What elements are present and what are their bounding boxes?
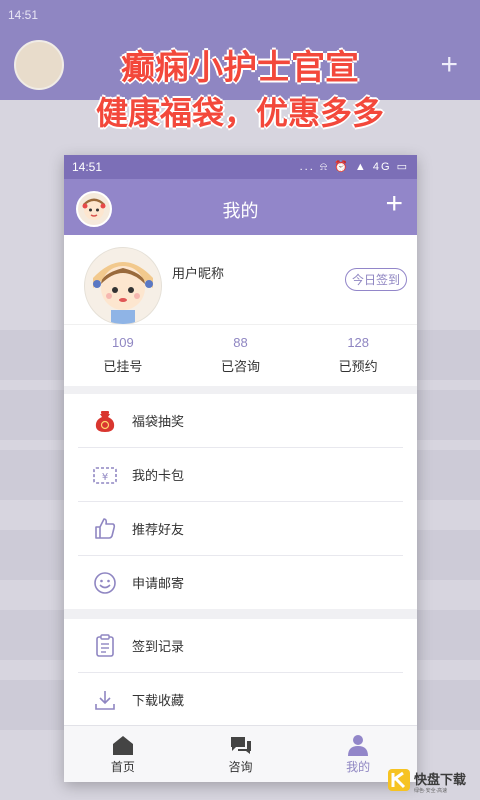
home-icon xyxy=(112,736,133,755)
stat-number: 88 xyxy=(233,335,248,350)
menu-item-signin-records[interactable]: 签到记录 xyxy=(78,619,403,673)
menu-item-recommend-friend[interactable]: 推荐好友 xyxy=(78,502,403,556)
avatar[interactable] xyxy=(84,247,162,325)
svg-text:¥: ¥ xyxy=(102,472,108,483)
profile-card: 用户昵称 今日签到 xyxy=(64,235,417,325)
menu-group-records: 签到记录 下载收藏 xyxy=(64,619,417,726)
section-divider xyxy=(64,386,417,394)
page-title: 我的 xyxy=(222,201,259,221)
menu-group-main: 福袋抽奖 ¥ 我的卡包 推荐好友 申请邮寄 xyxy=(64,394,417,609)
add-button[interactable]: + xyxy=(385,189,403,219)
stat-booked[interactable]: 128 已预约 xyxy=(299,325,417,386)
menu-item-download-favorites[interactable]: 下载收藏 xyxy=(78,673,403,726)
bottom-tab-bar: 首页 咨询 我的 xyxy=(64,725,417,782)
status-time: 14:51 xyxy=(72,160,103,174)
stat-label: 已预约 xyxy=(338,359,378,374)
background-status-time: 14:51 xyxy=(8,8,39,22)
menu-item-label: 申请邮寄 xyxy=(132,576,185,591)
promo-headline: 癫痫小护士官宣 xyxy=(121,49,359,87)
menu-item-card-wallet[interactable]: ¥ 我的卡包 xyxy=(78,448,403,502)
svg-text:快盘下载: 快盘下载 xyxy=(414,772,466,788)
download-icon xyxy=(95,691,115,710)
stat-consulted[interactable]: 88 已咨询 xyxy=(182,325,300,386)
site-logo: 快盘下载 绿色·安全·高速 xyxy=(388,769,466,794)
menu-item-label: 我的卡包 xyxy=(132,468,185,483)
svg-text:绿色·安全·高速: 绿色·安全·高速 xyxy=(414,787,447,794)
stat-number: 128 xyxy=(347,335,370,350)
status-icons: ... ⍾ ⏰ ▲ 4G ▭ xyxy=(299,161,409,173)
clipboard-icon xyxy=(96,634,114,657)
phone-screen: 14:51 ... ⍾ ⏰ ▲ 4G ▭ 我的 + 用户昵称 今日签到 109 … xyxy=(64,155,417,782)
stat-number: 109 xyxy=(111,335,134,350)
smiley-icon xyxy=(94,572,116,594)
stat-label: 已咨询 xyxy=(221,359,261,374)
menu-item-label: 福袋抽奖 xyxy=(132,414,185,429)
tab-label: 首页 xyxy=(110,760,135,774)
tab-home[interactable]: 首页 xyxy=(64,726,182,782)
promo-subheadline: 健康福袋，优惠多多 xyxy=(95,95,384,131)
nickname: 用户昵称 xyxy=(172,266,225,281)
stat-label: 已挂号 xyxy=(103,359,143,374)
menu-item-apply-mail[interactable]: 申请邮寄 xyxy=(78,556,403,609)
status-bar: 14:51 ... ⍾ ⏰ ▲ 4G ▭ xyxy=(64,155,417,179)
menu-item-label: 推荐好友 xyxy=(132,522,185,537)
section-divider xyxy=(64,609,417,619)
lucky-bag-icon xyxy=(95,411,115,432)
menu-item-label: 签到记录 xyxy=(132,639,185,654)
stat-registered[interactable]: 109 已挂号 xyxy=(64,325,182,386)
tab-label: 咨询 xyxy=(228,760,253,774)
card-wallet-icon: ¥ xyxy=(93,467,117,484)
user-icon xyxy=(348,735,369,756)
thumb-up-icon xyxy=(95,518,116,539)
tab-consult[interactable]: 咨询 xyxy=(182,726,300,782)
background-status-bar: 14:51 xyxy=(0,0,480,30)
menu-item-label: 下载收藏 xyxy=(132,693,185,708)
chat-icon xyxy=(230,737,251,754)
avatar-image xyxy=(93,262,153,324)
app-bar: 我的 + xyxy=(64,179,417,235)
stats-row: 109 已挂号 88 已咨询 128 已预约 xyxy=(64,324,417,386)
daily-signin-button[interactable]: 今日签到 xyxy=(344,268,407,291)
menu-item-lucky-bag[interactable]: 福袋抽奖 xyxy=(78,394,403,448)
